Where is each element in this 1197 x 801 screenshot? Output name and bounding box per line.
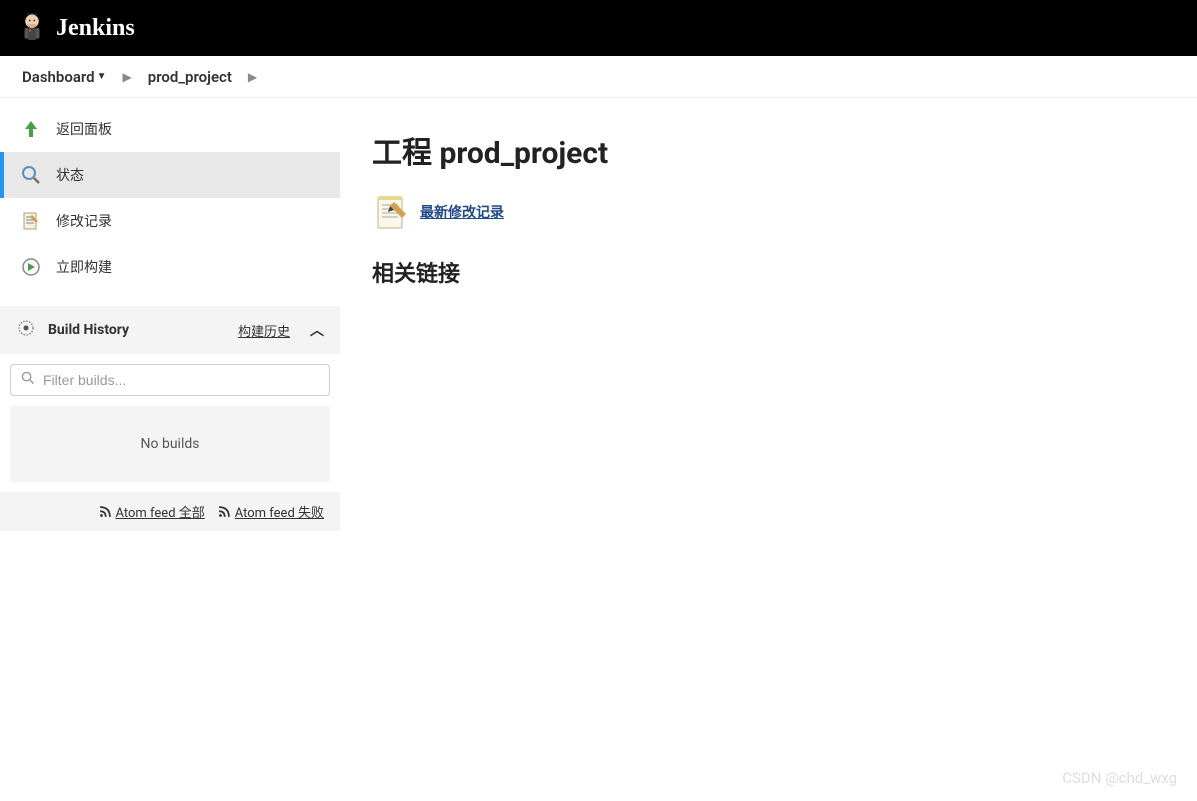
build-history-subtitle: 构建历史 xyxy=(238,321,290,340)
jenkins-logo-icon xyxy=(16,10,48,46)
page-title: 工程 prod_project xyxy=(372,128,1165,172)
chevron-right-icon: ▶ xyxy=(242,70,263,84)
main-content: 工程 prod_project 最新修改记录 相关链接 xyxy=(340,98,1197,531)
sidebar-item-changes[interactable]: 修改记录 xyxy=(0,198,340,244)
feed-row: Atom feed 全部 Atom feed 失败 xyxy=(0,492,340,531)
breadcrumb-dashboard[interactable]: Dashboard ▼ xyxy=(16,64,113,90)
clock-play-icon xyxy=(20,256,42,278)
breadcrumb: Dashboard ▼ ▶ prod_project ▶ xyxy=(0,56,1197,98)
brand-text: Jenkins xyxy=(56,15,135,42)
logo-area[interactable]: Jenkins xyxy=(16,10,135,46)
build-history-title: Build History xyxy=(48,322,226,338)
watermark: CSDN @chd_wxg xyxy=(1062,769,1177,787)
atom-feed-failures[interactable]: Atom feed 失败 xyxy=(217,502,324,521)
chevron-right-icon: ▶ xyxy=(117,70,138,84)
related-links-title: 相关链接 xyxy=(372,256,1165,288)
rss-icon xyxy=(217,505,231,519)
sidebar: 返回面板 状态 修改记录 立即构建 xyxy=(0,98,340,531)
trend-icon xyxy=(16,318,36,342)
chevron-up-icon: ︿ xyxy=(310,320,324,340)
notepad-icon xyxy=(372,192,412,232)
sidebar-item-back[interactable]: 返回面板 xyxy=(0,106,340,152)
top-header: Jenkins xyxy=(0,0,1197,56)
sidebar-item-status[interactable]: 状态 xyxy=(0,152,340,198)
filter-builds-input[interactable] xyxy=(43,372,319,388)
rss-icon xyxy=(98,505,112,519)
atom-feed-all[interactable]: Atom feed 全部 xyxy=(98,502,205,521)
changes-row: 最新修改记录 xyxy=(372,192,1165,232)
recent-changes-link[interactable]: 最新修改记录 xyxy=(420,202,504,222)
build-history-header[interactable]: Build History 构建历史 ︿ xyxy=(0,306,340,354)
search-icon xyxy=(21,371,35,389)
filter-box xyxy=(10,364,330,396)
arrow-up-icon xyxy=(20,118,42,140)
notepad-icon xyxy=(20,210,42,232)
no-builds-message: No builds xyxy=(10,406,330,482)
sidebar-item-build-now[interactable]: 立即构建 xyxy=(0,244,340,290)
caret-down-icon: ▼ xyxy=(97,71,107,82)
search-icon xyxy=(20,164,42,186)
breadcrumb-project[interactable]: prod_project xyxy=(142,64,238,90)
